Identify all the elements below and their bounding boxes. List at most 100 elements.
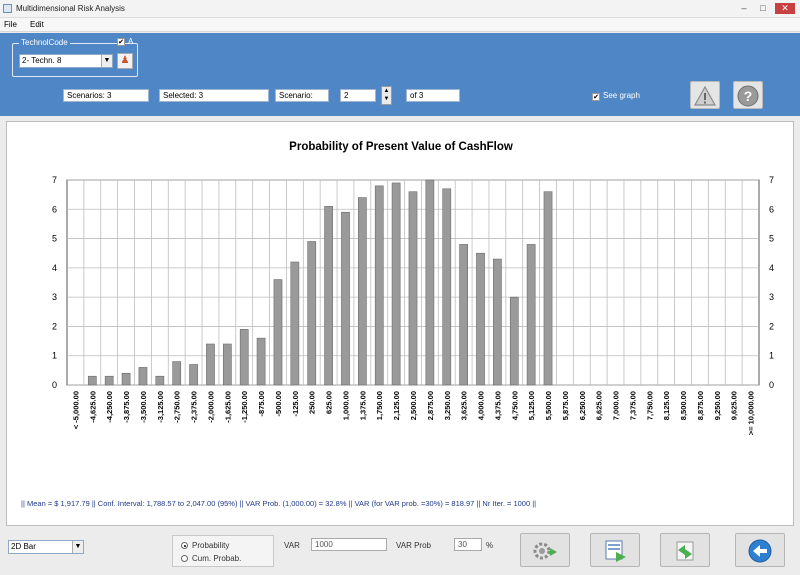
x-tick-label: 6,250.00 [578, 391, 587, 420]
radio-probability-label: Probability [192, 541, 230, 550]
x-tick-label: 7,000.00 [612, 391, 621, 420]
bar [87, 375, 97, 386]
x-tick-label: 7,375.00 [628, 391, 637, 420]
x-tick-label: -3,875.00 [122, 391, 131, 423]
chart-panel: 0 0 1 1 2 2 3 3 4 4 5 5 6 6 7 7 < -5,000.00 -4,625.00 -4,2… [6, 121, 794, 526]
chart-type-value: 2D Bar [11, 542, 36, 551]
see-graph-label: See graph [603, 91, 640, 100]
app-icon [3, 4, 12, 13]
y-tick-label-right: 5 [769, 234, 774, 244]
techn-select[interactable]: 2- Techn. 8 ▼ [19, 54, 113, 68]
var-prob-input[interactable]: 30 [454, 538, 482, 551]
help-button[interactable]: ? [733, 81, 763, 109]
percent-label: % [486, 541, 494, 550]
bar [341, 211, 350, 386]
technol-code-checkbox[interactable]: ✔ [117, 38, 125, 46]
x-tick-label: 5,875.00 [561, 391, 570, 420]
x-tick-label: 4,750.00 [510, 391, 519, 420]
scenario-label: Scenario: [275, 89, 329, 102]
x-tick-label: 8,125.00 [662, 391, 671, 420]
x-tick-label: 4,000.00 [477, 391, 486, 420]
bottom-bar: 2D Bar ▼ Probability Cum. Probab. VAR 10… [0, 527, 800, 575]
x-tick-label: 5,500.00 [544, 391, 553, 420]
x-tick-label: 9,250.00 [713, 391, 722, 420]
x-tick-label: 2,875.00 [426, 391, 435, 420]
bar [155, 375, 165, 386]
back-arrow-icon [748, 539, 772, 563]
gear-arrow-icon [533, 542, 557, 560]
x-tick-label: -875.00 [257, 391, 266, 416]
menu-edit[interactable]: Edit [30, 20, 44, 29]
y-tick-label-right: 2 [769, 321, 774, 331]
x-tick-label: -2,000.00 [206, 391, 215, 423]
bar [239, 329, 249, 386]
menu-file[interactable]: File [4, 20, 17, 29]
checkbox-check-icon: ✔ [592, 93, 600, 101]
bar [324, 206, 333, 386]
x-tick-label: 250.00 [308, 391, 317, 414]
y-tick-label-right: 1 [769, 351, 774, 361]
bar [222, 343, 232, 386]
minimize-button[interactable]: – [736, 3, 752, 14]
scenario-spinner[interactable]: ▲ ▼ [381, 86, 392, 105]
help-icon: ? [737, 85, 759, 107]
bar [526, 244, 536, 386]
radio-selected-icon [181, 542, 188, 549]
chart-type-select[interactable]: 2D Bar ▼ [8, 540, 84, 554]
bar [408, 191, 418, 386]
scenarios-field: Scenarios: 3 [63, 89, 149, 102]
y-tick-label-left: 3 [52, 292, 57, 302]
x-tick-label: 9,625.00 [730, 391, 739, 420]
title-bar: Multidimensional Risk Analysis – □ ✕ [0, 0, 800, 18]
x-tick-label: -500.00 [274, 391, 283, 416]
bar [104, 375, 114, 386]
radio-cum-label: Cum. Probab. [192, 554, 242, 563]
toolbar: TechnolCode ✔ A 2- Techn. 8 ▼ ♟ Scenario… [0, 33, 800, 116]
calculate-button[interactable] [520, 533, 570, 567]
y-tick-label-left: 0 [52, 380, 57, 390]
y-tick-label-right: 7 [769, 175, 774, 185]
x-tick-label: 6,625.00 [595, 391, 604, 420]
x-tick-label: -3,500.00 [139, 391, 148, 423]
y-tick-label-left: 7 [52, 175, 57, 185]
transfer-button[interactable] [660, 533, 710, 567]
maximize-button[interactable]: □ [755, 3, 771, 14]
y-tick-label-right: 4 [769, 263, 774, 273]
x-tick-label: -4,250.00 [105, 391, 114, 423]
y-tick-label-left: 5 [52, 234, 57, 244]
bar [543, 191, 553, 386]
bar [493, 258, 502, 386]
x-tick-label: -125.00 [291, 391, 300, 416]
technol-code-label: TechnolCode [19, 38, 70, 47]
bar [273, 279, 283, 386]
bar [206, 343, 215, 386]
x-tick-label: 1,375.00 [358, 391, 367, 420]
y-tick-label-right: 6 [769, 204, 774, 214]
x-tick-label: -3,125.00 [156, 391, 165, 423]
y-tick-label-left: 6 [52, 204, 57, 214]
y-tick-label-right: 3 [769, 292, 774, 302]
x-tick-label: 625.00 [325, 391, 334, 414]
back-button[interactable] [735, 533, 785, 567]
x-tick-label: >= 10,000.00 [747, 391, 756, 435]
bar [358, 197, 367, 386]
close-button[interactable]: ✕ [775, 3, 795, 14]
of-scenarios-field: of 3 [406, 89, 460, 102]
y-tick-label-right: 0 [769, 380, 774, 390]
radio-cum-probab[interactable]: Cum. Probab. [181, 554, 241, 563]
bar [172, 361, 182, 386]
bar [476, 252, 485, 386]
radio-probability[interactable]: Probability [181, 541, 229, 550]
technol-code-checkbox-label: A [128, 37, 134, 46]
x-tick-label: -4,625.00 [88, 391, 97, 423]
x-tick-label: 8,500.00 [679, 391, 688, 420]
person-icon[interactable]: ♟ [117, 53, 133, 69]
see-graph-checkbox[interactable]: ✔ See graph [592, 91, 640, 101]
svg-text:?: ? [744, 88, 753, 104]
x-tick-label: 1,000.00 [341, 391, 350, 420]
var-input[interactable]: 1000 [311, 538, 387, 551]
export-button[interactable] [590, 533, 640, 567]
warning-button[interactable] [690, 81, 720, 109]
bar [442, 188, 452, 386]
scenario-input[interactable]: 2 [340, 89, 376, 102]
